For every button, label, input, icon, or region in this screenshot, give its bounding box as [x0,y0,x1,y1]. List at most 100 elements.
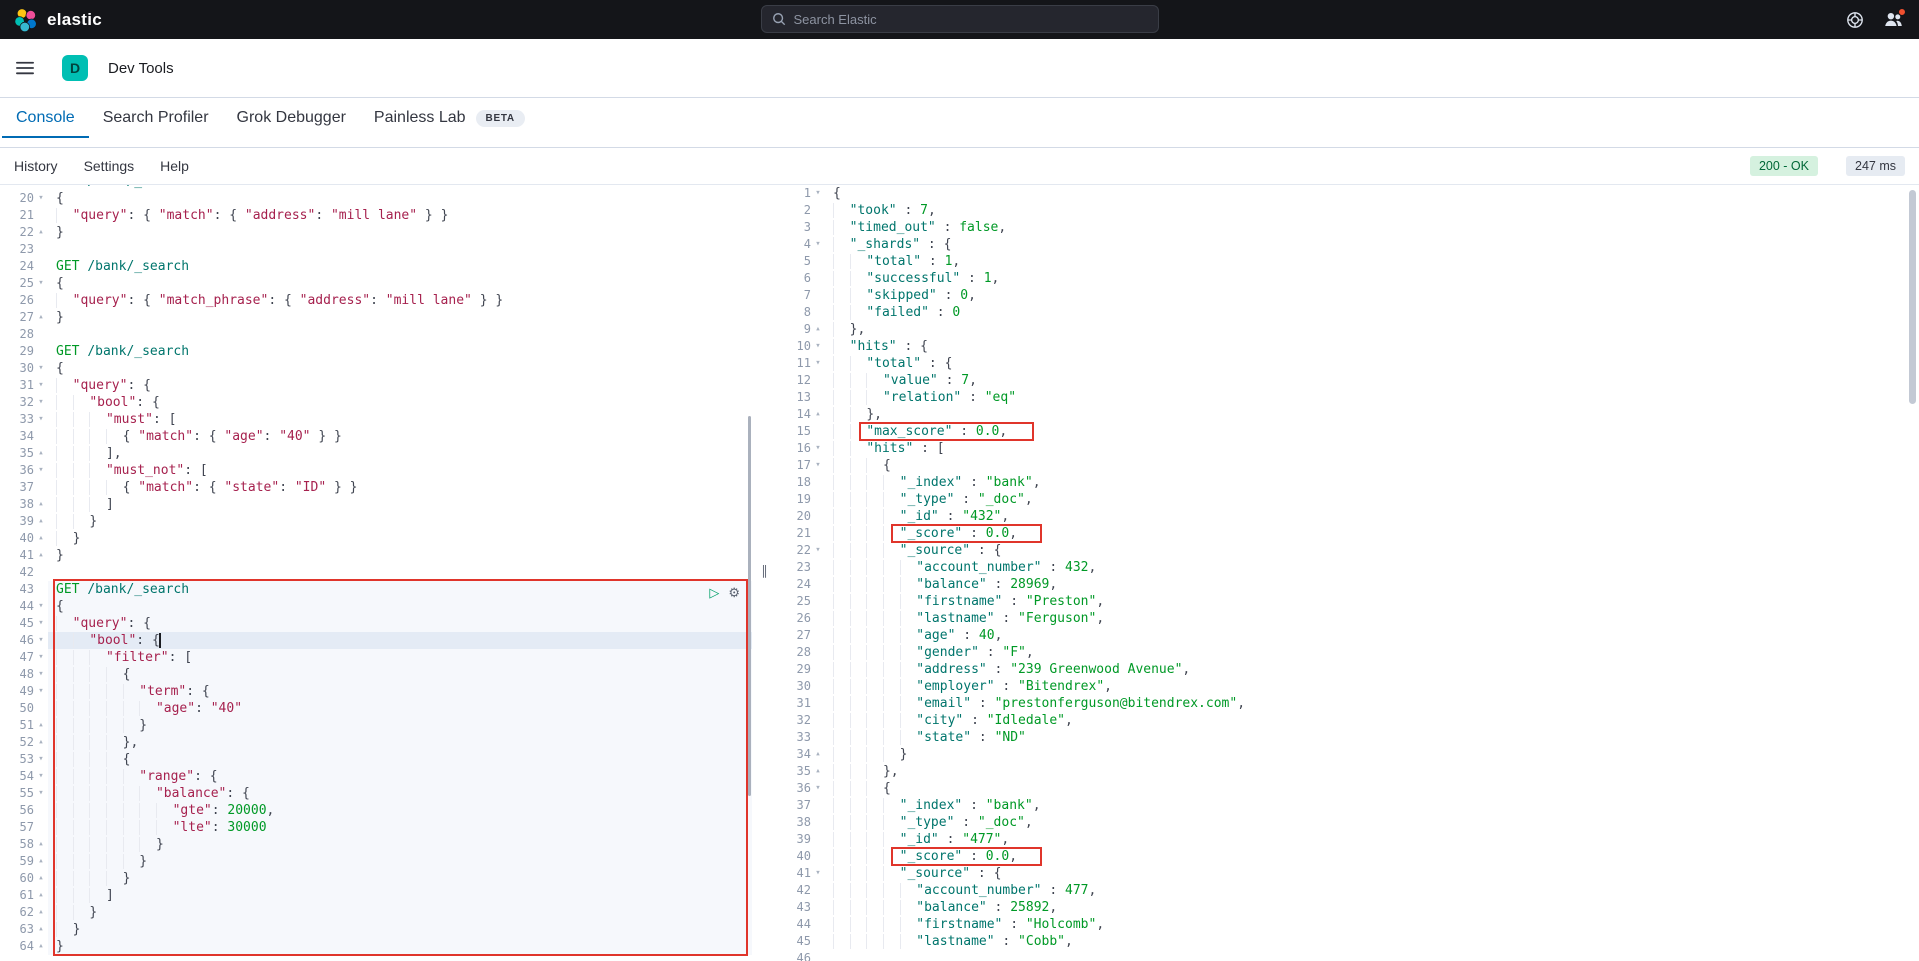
menu-item-history[interactable]: History [14,158,58,174]
code-line[interactable]: 47▾ "filter": [ [0,649,752,666]
code-line[interactable]: 64▴} [0,938,752,955]
code-line[interactable]: 49▾ "term": { [0,683,752,700]
code-line[interactable]: 56 "gte": 20000, [0,802,752,819]
fold-toggle-icon[interactable]: ▴ [34,309,48,326]
fold-toggle-icon[interactable]: ▴ [34,853,48,870]
scrollbar-thumb[interactable] [1909,190,1916,404]
menu-toggle-button[interactable] [16,59,34,77]
fold-toggle-icon[interactable]: ▾ [34,462,48,479]
fold-toggle-icon[interactable]: ▾ [34,411,48,428]
code-line[interactable]: 43GET /bank/_search [0,581,752,598]
tab-search-profiler[interactable]: Search Profiler [89,98,223,138]
fold-toggle-icon[interactable]: ▴ [34,921,48,938]
fold-toggle-icon[interactable]: ▴ [34,870,48,887]
fold-toggle-icon[interactable]: ▾ [811,542,825,559]
users-icon[interactable] [1884,10,1903,29]
fold-toggle-icon[interactable]: ▴ [811,406,825,423]
fold-toggle-icon[interactable]: ▴ [34,938,48,955]
code-line[interactable]: 35▴ ], [0,445,752,462]
code-line[interactable]: 28 [0,326,752,343]
request-editor[interactable]: 19GET /bank/_search20▾{21 "query": { "ma… [0,185,752,961]
fold-toggle-icon[interactable]: ▾ [811,457,825,474]
fold-toggle-icon[interactable]: ▾ [34,768,48,785]
code-line[interactable]: 31▾ "query": { [0,377,752,394]
menu-item-help[interactable]: Help [160,158,189,174]
code-line[interactable]: 26 "query": { "match_phrase": { "address… [0,292,752,309]
fold-toggle-icon[interactable]: ▾ [811,780,825,797]
fold-toggle-icon[interactable]: ▾ [34,666,48,683]
fold-toggle-icon[interactable]: ▾ [34,598,48,615]
code-line[interactable]: 37 { "match": { "state": "ID" } } [0,479,752,496]
fold-toggle-icon[interactable]: ▴ [34,547,48,564]
code-line[interactable]: 22▴} [0,224,752,241]
space-avatar[interactable]: D [62,55,88,81]
request-options-button[interactable]: ⚙ [728,584,740,602]
code-line[interactable]: 59▴ } [0,853,752,870]
fold-toggle-icon[interactable]: ▾ [34,683,48,700]
code-line[interactable]: 39▴ } [0,513,752,530]
fold-toggle-icon[interactable]: ▾ [34,190,48,207]
fold-toggle-icon[interactable]: ▾ [34,360,48,377]
tab-painless-lab[interactable]: Painless Lab BETA [360,98,539,138]
code-line[interactable]: 50 "age": "40" [0,700,752,717]
code-line[interactable]: 63▴ } [0,921,752,938]
fold-toggle-icon[interactable]: ▾ [34,394,48,411]
code-line[interactable]: 23 [0,241,752,258]
fold-toggle-icon[interactable]: ▾ [811,338,825,355]
code-line[interactable]: 30▾{ [0,360,752,377]
code-line[interactable]: 57 "lte": 30000 [0,819,752,836]
code-line[interactable]: 54▾ "range": { [0,768,752,785]
fold-toggle-icon[interactable]: ▾ [34,377,48,394]
code-line[interactable]: 52▴ }, [0,734,752,751]
code-line[interactable]: 24GET /bank/_search [0,258,752,275]
fold-toggle-icon[interactable]: ▴ [811,321,825,338]
fold-toggle-icon[interactable]: ▾ [811,440,825,457]
code-line[interactable]: 58▴ } [0,836,752,853]
send-request-button[interactable]: ▷ [709,584,719,602]
fold-toggle-icon[interactable]: ▾ [34,751,48,768]
code-line[interactable]: 21 "query": { "match": { "address": "mil… [0,207,752,224]
code-line[interactable]: 46▾ "bool": { [0,632,752,649]
fold-toggle-icon[interactable]: ▾ [811,355,825,372]
code-line[interactable]: 55▾ "balance": { [0,785,752,802]
fold-toggle-icon[interactable]: ▴ [34,224,48,241]
code-line[interactable]: 42 [0,564,752,581]
fold-toggle-icon[interactable]: ▴ [811,746,825,763]
menu-item-settings[interactable]: Settings [84,158,135,174]
fold-toggle-icon[interactable]: ▴ [34,513,48,530]
fold-toggle-icon[interactable]: ▴ [34,496,48,513]
fold-toggle-icon[interactable]: ▴ [34,717,48,734]
fold-toggle-icon[interactable]: ▴ [34,887,48,904]
fold-toggle-icon[interactable]: ▾ [811,236,825,253]
code-line[interactable]: 61▴ ] [0,887,752,904]
fold-toggle-icon[interactable]: ▴ [811,763,825,780]
code-line[interactable]: 41▴} [0,547,752,564]
code-line[interactable]: 48▾ { [0,666,752,683]
fold-toggle-icon[interactable]: ▾ [811,185,825,202]
code-line[interactable]: 53▾ { [0,751,752,768]
fold-toggle-icon[interactable]: ▾ [34,275,48,292]
fold-toggle-icon[interactable]: ▾ [34,649,48,666]
scrollbar-thumb[interactable] [748,416,751,796]
fold-toggle-icon[interactable]: ▴ [34,530,48,547]
fold-toggle-icon[interactable]: ▴ [34,836,48,853]
code-line[interactable]: 44▾{ [0,598,752,615]
fold-toggle-icon[interactable]: ▾ [811,865,825,882]
code-line[interactable]: 34 { "match": { "age": "40" } } [0,428,752,445]
fold-toggle-icon[interactable]: ▴ [34,734,48,751]
code-line[interactable]: 40▴ } [0,530,752,547]
code-line[interactable]: 62▴ } [0,904,752,921]
code-line[interactable]: 33▾ "must": [ [0,411,752,428]
code-line[interactable]: 32▾ "bool": { [0,394,752,411]
fold-toggle-icon[interactable]: ▾ [34,785,48,802]
code-line[interactable]: 51▴ } [0,717,752,734]
fold-toggle-icon[interactable]: ▴ [34,445,48,462]
code-line[interactable]: 27▴} [0,309,752,326]
fold-toggle-icon[interactable]: ▴ [34,904,48,921]
code-line[interactable]: 20▾{ [0,190,752,207]
help-icon[interactable] [1846,11,1864,29]
fold-toggle-icon[interactable]: ▾ [34,615,48,632]
code-line[interactable]: 38▴ ] [0,496,752,513]
code-line[interactable]: 25▾{ [0,275,752,292]
code-line[interactable]: 36▾ "must_not": [ [0,462,752,479]
